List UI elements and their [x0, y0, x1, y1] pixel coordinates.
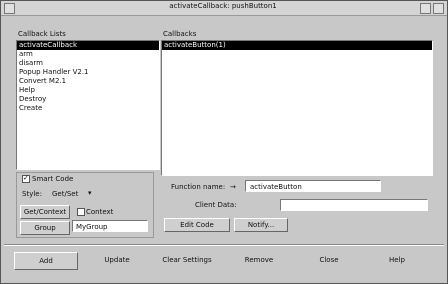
group-field[interactable]: MyGroup [72, 220, 148, 232]
clear-settings-button[interactable]: Clear Settings [156, 252, 218, 268]
window-title: activateCallback: pushButton1 [169, 2, 277, 10]
list-item[interactable]: Convert M2.1 [17, 77, 159, 86]
close-button[interactable]: Close [298, 252, 360, 268]
context-checkbox[interactable] [77, 208, 85, 216]
callbacks-list[interactable]: activateButton(1) [161, 40, 433, 176]
function-name-label: Function name: [171, 183, 226, 191]
style-select[interactable]: Get/Set [52, 190, 78, 198]
callback-lists-list[interactable]: activateCallback arm disarm Popup Handler V… [16, 40, 160, 170]
list-item[interactable]: Destroy [17, 95, 159, 104]
get-context-button[interactable]: Get/Context [20, 205, 70, 219]
function-name-field[interactable]: activateButton [245, 180, 381, 192]
remove-button[interactable]: Remove [228, 252, 290, 268]
list-item[interactable]: Popup Handler V2.1 [17, 68, 159, 77]
style-label: Style: [22, 190, 42, 198]
list-item[interactable]: activateButton(1) [162, 41, 432, 50]
smart-code-label: Smart Code [32, 175, 74, 183]
arrow-icon: → [230, 183, 236, 191]
list-item[interactable]: Help [17, 86, 159, 95]
notify-button[interactable]: Notify... [234, 218, 288, 232]
add-button[interactable]: Add [14, 252, 78, 270]
list-item[interactable]: Create [17, 104, 159, 113]
smart-code-checkbox[interactable] [22, 174, 30, 183]
list-item[interactable]: arm [17, 50, 159, 59]
help-button[interactable]: Help [366, 252, 428, 268]
group-button[interactable]: Group [20, 221, 70, 235]
bottom-separator [4, 244, 444, 246]
callback-lists-label: Callback Lists [18, 30, 66, 38]
callback-list-items: activateCallback arm disarm Popup Handler V… [17, 41, 159, 113]
update-button[interactable]: Update [86, 252, 148, 268]
list-item[interactable]: disarm [17, 59, 159, 68]
callbacks-label: Callbacks [163, 30, 197, 38]
list-item[interactable]: activateCallback [17, 41, 159, 50]
client-data-label: Client Data: [195, 201, 237, 209]
chevron-down-icon[interactable]: ▾ [88, 189, 92, 197]
context-label: Context [86, 208, 114, 216]
client-data-field[interactable] [280, 199, 428, 211]
callbacks-list-items: activateButton(1) [162, 41, 432, 50]
minimize-icon[interactable] [420, 3, 431, 14]
maximize-icon[interactable] [433, 3, 444, 14]
edit-code-button[interactable]: Edit Code [164, 218, 230, 232]
